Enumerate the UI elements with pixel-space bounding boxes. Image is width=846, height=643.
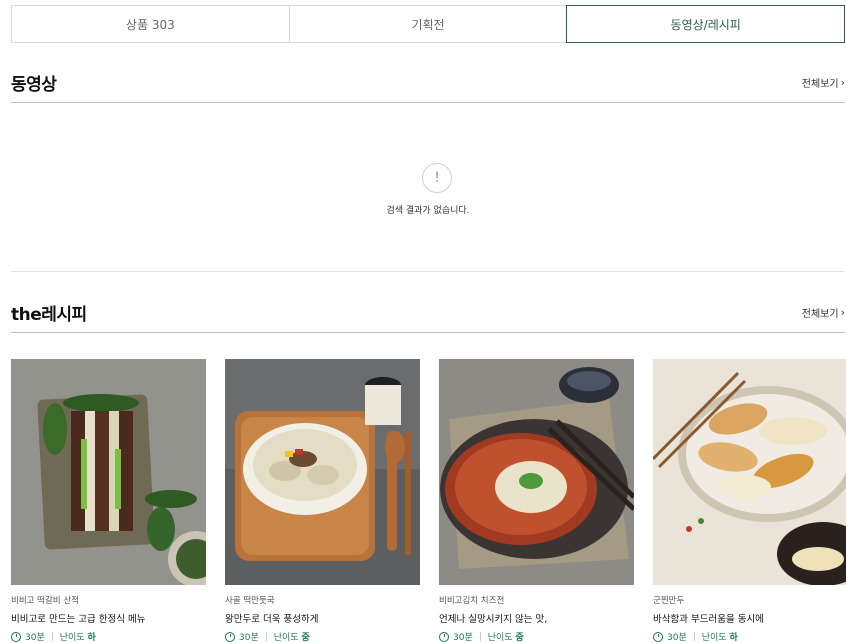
meta-separator [693, 632, 695, 641]
recipe-card[interactable]: 군찐만두 바삭함과 부드러움을 동시에 30분 난이도 하 [653, 359, 846, 643]
recipe-meta: 30분 난이도 중 [225, 630, 420, 643]
tab-video-recipe[interactable]: 동영상/레시피 [566, 5, 846, 43]
clock-icon [11, 631, 21, 642]
difficulty-level: 하 [729, 633, 738, 643]
recipe-thumbnail-gun-jjin-mandu[interactable] [653, 359, 846, 585]
video-view-all-link[interactable]: 전체보기 › [802, 75, 845, 90]
recipe-list: 비비고 떡갈비 산적 비비고로 만드는 고급 한정식 메뉴 30분 난이도 하 [11, 359, 846, 643]
recipe-meta: 30분 난이도 중 [439, 630, 634, 643]
recipe-meta: 30분 난이도 하 [653, 630, 846, 643]
recipe-thumbnail-kimchi-cheese-jeon[interactable] [439, 359, 634, 585]
video-section-title: 동영상 [11, 75, 57, 95]
recipe-card[interactable]: 사골 떡만둣국 왕만두로 더욱 풍성하게 30분 난이도 중 [225, 359, 420, 643]
tab-products[interactable]: 상품 303 [11, 5, 289, 43]
recipe-view-all-label: 전체보기 [801, 309, 839, 320]
difficulty-level: 하 [87, 633, 96, 643]
difficulty-level: 중 [515, 633, 524, 643]
clock-icon [225, 631, 235, 642]
video-empty-state: ! 검색 결과가 없습니다. [11, 103, 845, 271]
tab-exhibitions[interactable]: 기획전 [288, 5, 567, 43]
meta-separator [479, 632, 481, 641]
difficulty-label: 난이도 [273, 633, 299, 643]
recipe-time: 30분 [453, 633, 473, 643]
difficulty-label: 난이도 [487, 633, 513, 643]
recipe-category: 군찐만두 [653, 596, 685, 606]
recipe-time: 30분 [25, 633, 45, 643]
recipe-category: 비비고 떡갈비 산적 [11, 596, 79, 606]
recipe-title[interactable]: 비비고로 만드는 고급 한정식 메뉴 [11, 611, 206, 625]
recipe-thumbnail-tteokgalbi[interactable] [11, 359, 206, 585]
clock-icon [439, 631, 449, 642]
tab-bar: 상품 303 기획전 동영상/레시피 [11, 5, 846, 43]
chevron-right-icon: › [840, 306, 845, 319]
exclamation-icon: ! [422, 163, 452, 193]
recipe-card[interactable]: 비비고김치 치즈전 언제나 실망시키지 않는 맛, 30분 난이도 중 [439, 359, 634, 643]
difficulty-level: 중 [301, 633, 310, 643]
recipe-category: 사골 떡만둣국 [225, 596, 275, 606]
recipe-section-title: the레시피 [11, 305, 87, 325]
recipe-thumbnail-tteok-mandu-soup[interactable] [225, 359, 420, 585]
recipe-view-all-link[interactable]: 전체보기 › [802, 305, 845, 320]
recipe-title[interactable]: 바삭함과 부드러움을 동시에 [653, 611, 846, 625]
recipe-title[interactable]: 언제나 실망시키지 않는 맛, [439, 611, 634, 625]
meta-separator [51, 632, 53, 641]
recipe-time: 30분 [667, 633, 687, 643]
recipe-category: 비비고김치 치즈전 [439, 596, 505, 606]
section-divider [11, 271, 845, 272]
difficulty-label: 난이도 [701, 633, 727, 643]
clock-icon [653, 631, 663, 642]
difficulty-label: 난이도 [59, 633, 85, 643]
empty-message: 검색 결과가 없습니다. [386, 206, 470, 216]
recipe-card[interactable]: 비비고 떡갈비 산적 비비고로 만드는 고급 한정식 메뉴 30분 난이도 하 [11, 359, 206, 643]
video-view-all-label: 전체보기 [801, 79, 839, 90]
recipe-meta: 30분 난이도 하 [11, 630, 206, 643]
meta-separator [265, 632, 267, 641]
chevron-right-icon: › [840, 76, 845, 89]
recipe-title[interactable]: 왕만두로 더욱 풍성하게 [225, 611, 420, 625]
recipe-section-header: the레시피 전체보기 › [11, 293, 845, 333]
video-section-header: 동영상 전체보기 › [11, 63, 845, 103]
recipe-time: 30분 [239, 633, 259, 643]
